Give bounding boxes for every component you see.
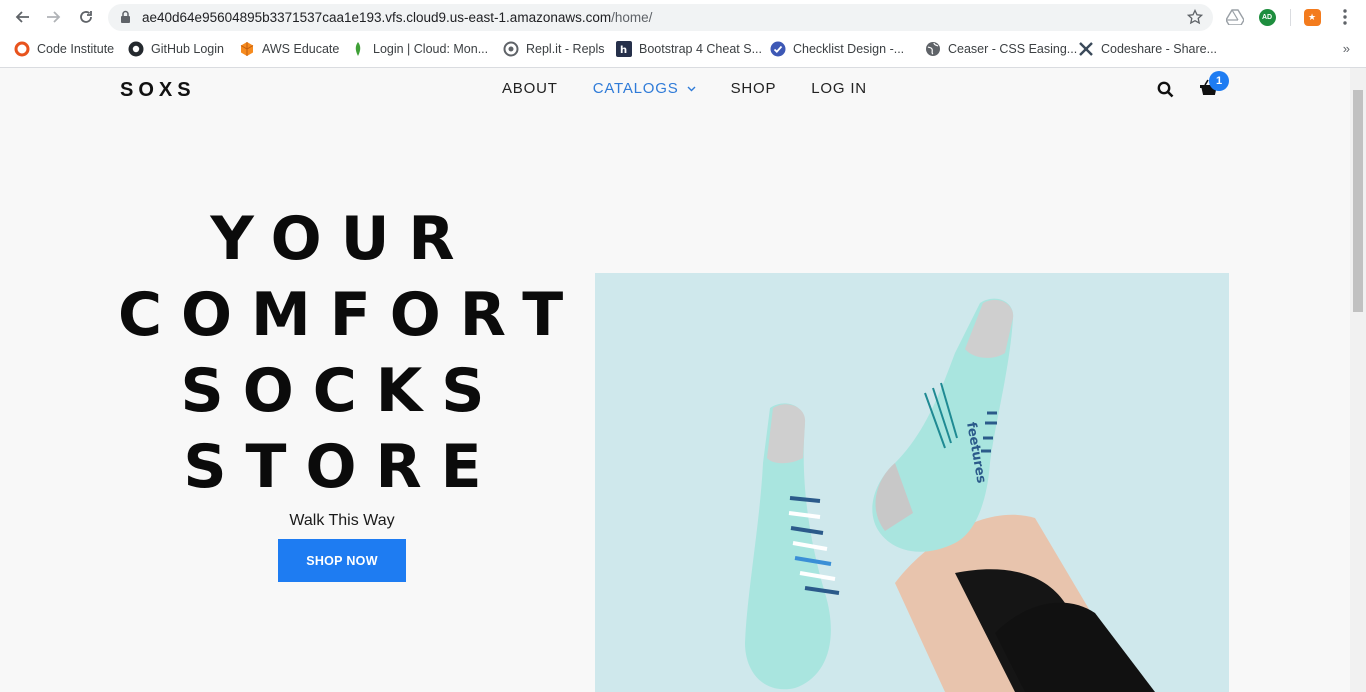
bookmark-replit[interactable]: Repl.it - Repls [503, 39, 605, 59]
bookmarks-overflow-button[interactable]: » [1343, 41, 1350, 56]
codeshare-icon [1078, 41, 1094, 57]
bookmark-star-icon[interactable] [1187, 9, 1203, 25]
nav-about[interactable]: ABOUT [502, 80, 558, 97]
browser-menu-icon[interactable] [1335, 7, 1355, 27]
globe-icon [925, 41, 941, 57]
hero-title-line: COMFORT [118, 280, 583, 350]
bookmark-label: Repl.it - Repls [526, 42, 605, 56]
bookmark-label: AWS Educate [262, 42, 340, 56]
url-host: ae40d64e95604895b3371537caa1e193.vfs.clo… [142, 10, 612, 25]
nav-shop[interactable]: SHOP [731, 80, 777, 97]
forward-button[interactable] [42, 5, 66, 29]
extension-orange-icon[interactable]: ★ [1302, 7, 1322, 27]
scrollbar-thumb[interactable] [1353, 90, 1363, 312]
nav-label: ABOUT [502, 80, 558, 97]
browser-toolbar: ae40d64e95604895b3371537caa1e193.vfs.clo… [0, 0, 1366, 34]
bookmark-label: Codeshare - Share... [1101, 42, 1218, 56]
checklist-check-icon [770, 41, 786, 57]
hero-title-line: YOUR [210, 204, 474, 274]
web-page: SOXS ABOUT CATALOGS SHOP LOG IN 1 YOUR C… [0, 68, 1350, 692]
bookmark-label: Ceaser - CSS Easing... [948, 42, 1078, 56]
aws-educate-icon [239, 41, 255, 57]
page-scrollbar[interactable] [1350, 68, 1366, 692]
reload-icon [80, 11, 92, 23]
bookmark-github-login[interactable]: GitHub Login [128, 39, 224, 59]
bookmark-aws-educate[interactable]: AWS Educate [239, 39, 339, 59]
toolbar-divider [1290, 9, 1291, 26]
reload-button[interactable] [74, 5, 98, 29]
hero-title-line: SOCKS [180, 356, 504, 426]
forward-arrow-icon [47, 11, 61, 23]
url-path: /home/ [611, 10, 653, 25]
replit-icon [503, 41, 519, 57]
nav-label: CATALOGS [592, 80, 679, 97]
bookmark-label: GitHub Login [151, 42, 224, 56]
code-institute-icon [14, 41, 30, 57]
bookmark-label: Bootstrap 4 Cheat S... [639, 42, 762, 56]
nav-label: LOG IN [811, 80, 867, 97]
address-bar[interactable]: ae40d64e95604895b3371537caa1e193.vfs.clo… [108, 4, 1213, 31]
mongodb-leaf-icon [350, 41, 366, 57]
bookmark-code-institute[interactable]: Code Institute [14, 39, 114, 59]
bookmark-ceaser[interactable]: Ceaser - CSS Easing... [925, 39, 1077, 59]
url-text: ae40d64e95604895b3371537caa1e193.vfs.clo… [142, 10, 652, 25]
bookmarks-bar: Code Institute GitHub Login AWS Educate … [0, 37, 1366, 61]
profile-initials: AD [1258, 8, 1276, 26]
site-logo[interactable]: SOXS [120, 79, 196, 102]
nav-catalogs[interactable]: CATALOGS [593, 80, 696, 97]
search-icon[interactable] [1157, 81, 1174, 98]
socks-illustration: feetures [745, 298, 1155, 692]
bootstrap-h-icon: h [616, 41, 632, 57]
back-button[interactable] [10, 5, 34, 29]
chevron-down-icon [687, 86, 696, 91]
browser-chrome: ae40d64e95604895b3371537caa1e193.vfs.clo… [0, 0, 1366, 68]
svg-text:h: h [620, 45, 627, 56]
bookmark-label: Checklist Design -... [793, 42, 905, 56]
bookmark-codeshare[interactable]: Codeshare - Share... [1078, 39, 1217, 59]
hero-tagline: Walk This Way [289, 512, 395, 529]
back-arrow-icon [15, 11, 29, 23]
bookmark-checklist-design[interactable]: Checklist Design -... [770, 39, 904, 59]
profile-avatar[interactable]: AD [1257, 7, 1277, 27]
main-nav: ABOUT CATALOGS SHOP LOG IN [502, 80, 902, 97]
bookmark-label: Login | Cloud: Mon... [373, 42, 489, 56]
hero-title-line: STORE [183, 432, 501, 502]
hero-socks-image: feetures [595, 273, 1229, 692]
github-icon [128, 41, 144, 57]
nav-label: SHOP [730, 80, 777, 97]
bookmark-login-cloud[interactable]: Login | Cloud: Mon... [350, 39, 488, 59]
lock-icon [121, 10, 130, 23]
bookmark-label: Code Institute [37, 42, 115, 56]
nav-login[interactable]: LOG IN [811, 80, 867, 97]
shop-now-button[interactable]: SHOP NOW [278, 539, 406, 582]
bookmark-bootstrap-cheat[interactable]: h Bootstrap 4 Cheat S... [616, 39, 762, 59]
extension-drive-icon[interactable] [1225, 7, 1245, 27]
hero-title: YOUR COMFORT SOCKS STORE [118, 201, 566, 505]
cart-count-badge: 1 [1209, 71, 1229, 91]
